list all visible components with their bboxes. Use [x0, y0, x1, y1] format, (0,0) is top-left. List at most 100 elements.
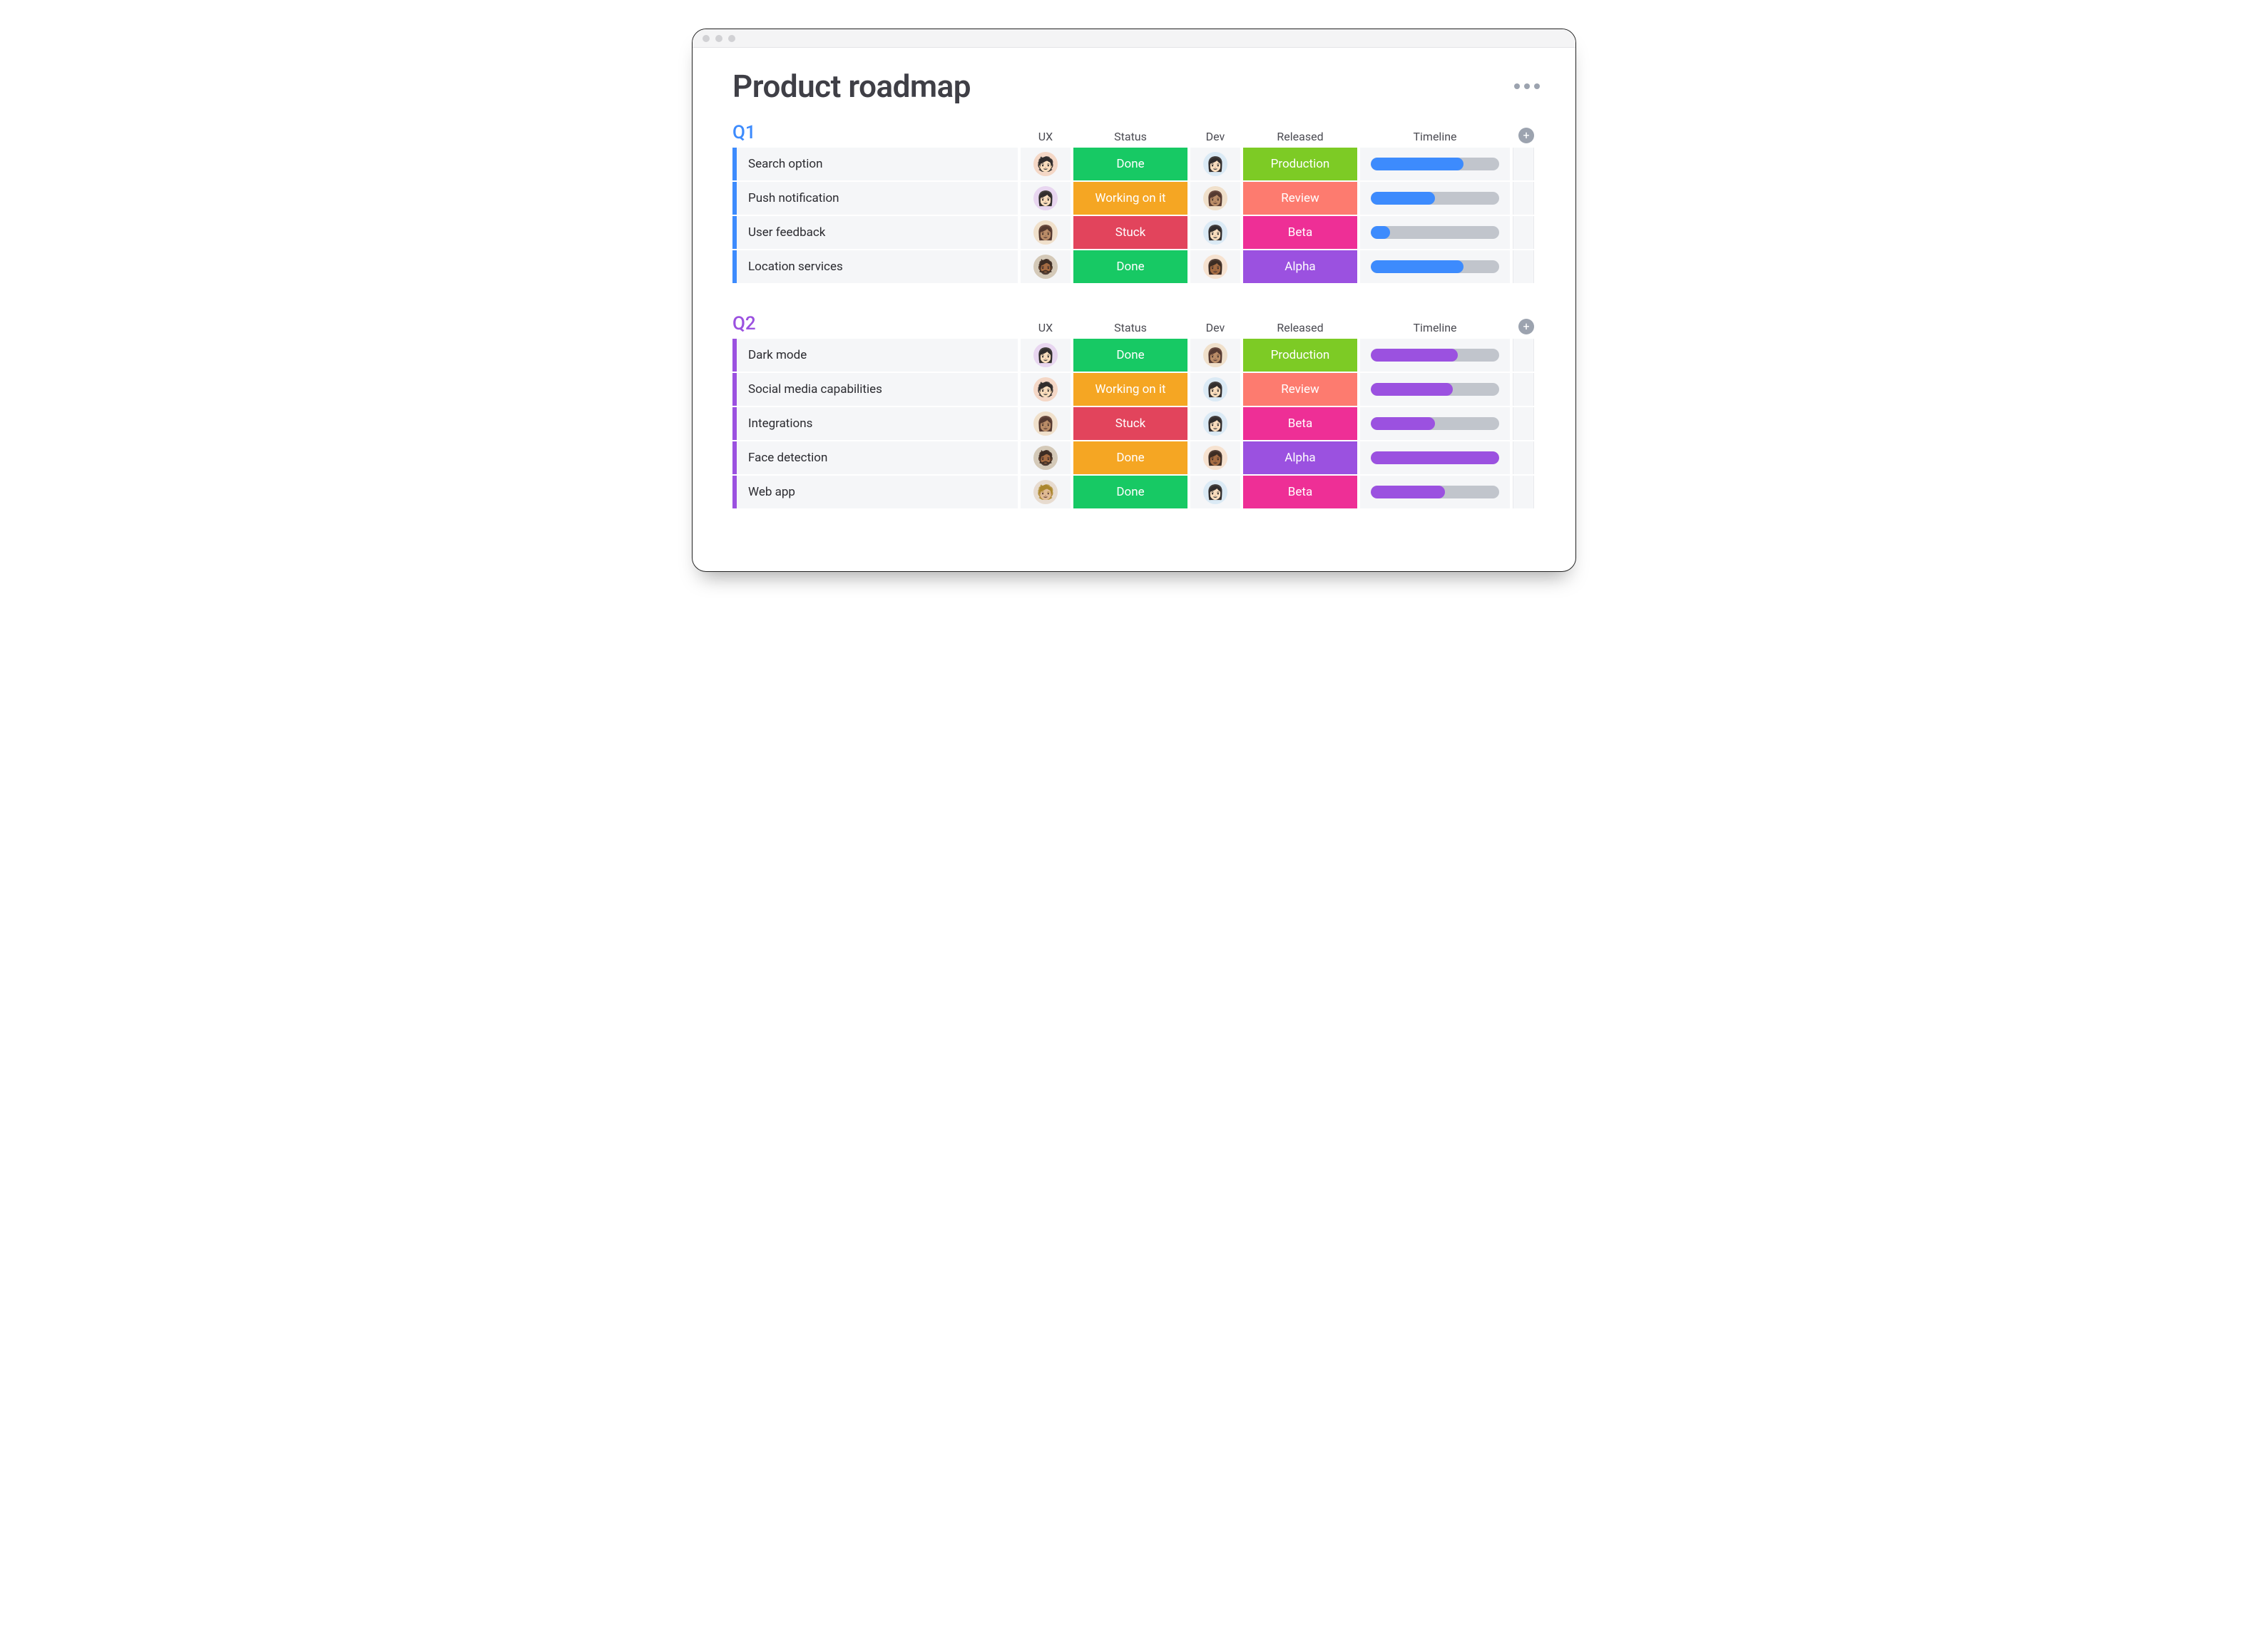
avatar[interactable]: 👩🏻: [1033, 186, 1058, 210]
released-cell[interactable]: Beta: [1243, 216, 1357, 249]
row-end-cell: [1513, 250, 1534, 283]
item-name-cell[interactable]: Face detection: [732, 441, 1018, 474]
avatar[interactable]: 👩🏾: [1203, 446, 1227, 470]
timeline-cell: [1360, 182, 1510, 215]
status-cell[interactable]: Done: [1073, 339, 1187, 372]
timeline-bar[interactable]: [1371, 349, 1499, 362]
dev-cell: 👩🏻: [1190, 373, 1240, 406]
released-cell[interactable]: Beta: [1243, 476, 1357, 508]
timeline-cell: [1360, 407, 1510, 440]
table-row: Search option 🧑🏻 Done 👩🏻 Production: [732, 148, 1540, 180]
released-cell[interactable]: Alpha: [1243, 441, 1357, 474]
status-cell[interactable]: Done: [1073, 250, 1187, 283]
timeline-bar[interactable]: [1371, 260, 1499, 273]
column-header-dev[interactable]: Dev: [1190, 130, 1240, 143]
avatar[interactable]: 👩🏾: [1203, 255, 1227, 279]
item-name-cell[interactable]: Search option: [732, 148, 1018, 180]
status-cell[interactable]: Done: [1073, 441, 1187, 474]
timeline-fill: [1371, 349, 1458, 362]
released-cell[interactable]: Alpha: [1243, 250, 1357, 283]
status-cell[interactable]: Stuck: [1073, 407, 1187, 440]
row-end-cell: [1513, 373, 1534, 406]
table-row: Social media capabilities 🧑🏻 Working on it…: [732, 373, 1540, 406]
status-cell[interactable]: Working on it: [1073, 373, 1187, 406]
avatar[interactable]: 👩🏻: [1203, 220, 1227, 245]
status-cell[interactable]: Stuck: [1073, 216, 1187, 249]
timeline-bar[interactable]: [1371, 158, 1499, 170]
avatar[interactable]: 🧑🏼: [1033, 480, 1058, 504]
released-cell[interactable]: Production: [1243, 339, 1357, 372]
timeline-fill: [1371, 417, 1435, 430]
avatar[interactable]: 👩🏽: [1033, 411, 1058, 436]
column-header-status[interactable]: Status: [1073, 321, 1187, 334]
page-more-button[interactable]: [1514, 83, 1540, 89]
avatar[interactable]: 👩🏻: [1203, 411, 1227, 436]
avatar[interactable]: 🧑🏻: [1033, 152, 1058, 176]
item-name-cell[interactable]: Social media capabilities: [732, 373, 1018, 406]
board-content: Product roadmap Q1UXStatusDevReleasedTim…: [693, 48, 1575, 571]
avatar[interactable]: 👩🏻: [1033, 343, 1058, 367]
group-title[interactable]: Q2: [732, 313, 1018, 334]
released-cell[interactable]: Review: [1243, 373, 1357, 406]
dev-cell: 👩🏻: [1190, 476, 1240, 508]
timeline-cell: [1360, 476, 1510, 508]
timeline-bar[interactable]: [1371, 417, 1499, 430]
group-q1: Q1UXStatusDevReleasedTimeline + Search opt…: [732, 122, 1540, 283]
ux-cell: 👩🏽: [1021, 407, 1071, 440]
item-name-cell[interactable]: Integrations: [732, 407, 1018, 440]
row-end-cell: [1513, 441, 1534, 474]
status-cell[interactable]: Done: [1073, 476, 1187, 508]
avatar[interactable]: 👩🏽: [1203, 343, 1227, 367]
avatar[interactable]: 👩🏻: [1203, 377, 1227, 401]
ux-cell: 🧔🏾: [1021, 250, 1071, 283]
avatar[interactable]: 🧑🏻: [1033, 377, 1058, 401]
group-title[interactable]: Q1: [732, 122, 1018, 143]
column-header-released[interactable]: Released: [1243, 130, 1357, 143]
item-name-cell[interactable]: Dark mode: [732, 339, 1018, 372]
dev-cell: 👩🏾: [1190, 441, 1240, 474]
timeline-bar[interactable]: [1371, 192, 1499, 205]
window-zoom-icon[interactable]: [728, 35, 735, 42]
add-column-button[interactable]: +: [1518, 128, 1534, 143]
avatar[interactable]: 👩🏻: [1203, 152, 1227, 176]
timeline-fill: [1371, 226, 1390, 239]
window-minimize-icon[interactable]: [715, 35, 722, 42]
ux-cell: 🧔🏾: [1021, 441, 1071, 474]
column-header-timeline[interactable]: Timeline: [1360, 321, 1510, 334]
column-header-ux[interactable]: UX: [1021, 130, 1071, 143]
row-end-cell: [1513, 407, 1534, 440]
timeline-cell: [1360, 216, 1510, 249]
avatar[interactable]: 👩🏽: [1033, 220, 1058, 245]
column-header-dev[interactable]: Dev: [1190, 321, 1240, 334]
avatar[interactable]: 🧔🏾: [1033, 446, 1058, 470]
timeline-bar[interactable]: [1371, 451, 1499, 464]
timeline-bar[interactable]: [1371, 226, 1499, 239]
ux-cell: 🧑🏼: [1021, 476, 1071, 508]
item-name-cell[interactable]: Web app: [732, 476, 1018, 508]
app-window: Product roadmap Q1UXStatusDevReleasedTim…: [692, 29, 1576, 572]
dev-cell: 👩🏾: [1190, 250, 1240, 283]
plus-icon: +: [1523, 130, 1529, 141]
add-column-button[interactable]: +: [1518, 319, 1534, 334]
group-header: Q2UXStatusDevReleasedTimeline +: [732, 313, 1540, 339]
ux-cell: 🧑🏻: [1021, 373, 1071, 406]
avatar[interactable]: 👩🏻: [1203, 480, 1227, 504]
released-cell[interactable]: Review: [1243, 182, 1357, 215]
avatar[interactable]: 🧔🏾: [1033, 255, 1058, 279]
column-header-ux[interactable]: UX: [1021, 321, 1071, 334]
item-name-cell[interactable]: User feedback: [732, 216, 1018, 249]
column-header-status[interactable]: Status: [1073, 130, 1187, 143]
window-close-icon[interactable]: [703, 35, 710, 42]
item-name-cell[interactable]: Location services: [732, 250, 1018, 283]
column-header-released[interactable]: Released: [1243, 321, 1357, 334]
timeline-bar[interactable]: [1371, 383, 1499, 396]
column-header-timeline[interactable]: Timeline: [1360, 130, 1510, 143]
released-cell[interactable]: Production: [1243, 148, 1357, 180]
timeline-bar[interactable]: [1371, 486, 1499, 498]
item-name-cell[interactable]: Push notification: [732, 182, 1018, 215]
released-cell[interactable]: Beta: [1243, 407, 1357, 440]
dev-cell: 👩🏻: [1190, 407, 1240, 440]
avatar[interactable]: 👩🏽: [1203, 186, 1227, 210]
status-cell[interactable]: Done: [1073, 148, 1187, 180]
status-cell[interactable]: Working on it: [1073, 182, 1187, 215]
